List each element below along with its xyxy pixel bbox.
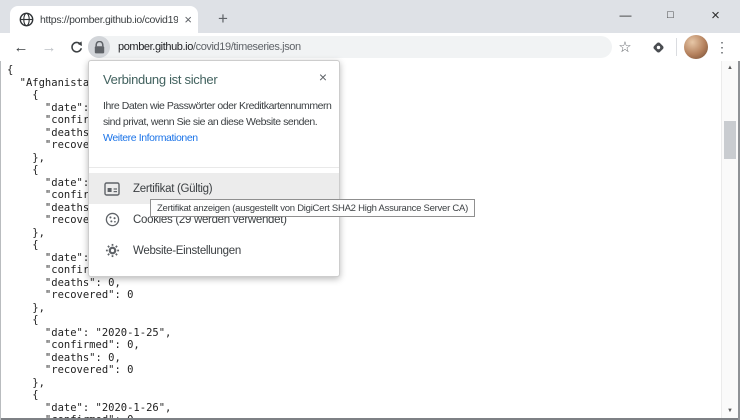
tab-close-icon[interactable]: ×	[184, 13, 192, 26]
more-info-link[interactable]: Weitere Informationen	[103, 132, 198, 144]
site-info-popup: × Verbindung ist sicher Ihre Daten wie P…	[88, 60, 340, 277]
tab-strip: https://pomber.github.io/covid19 × + — □…	[0, 0, 740, 33]
reload-button[interactable]	[63, 33, 89, 61]
toolbar: ← → pomber.github.io/covid19/timeseries.…	[0, 33, 740, 61]
scroll-down-icon[interactable]: ▼	[722, 404, 738, 418]
menu-item-label: Website-Einstellungen	[133, 245, 241, 257]
menu-item-site-settings[interactable]: Website-Einstellungen	[89, 235, 339, 266]
popup-title: Verbindung ist sicher	[103, 72, 217, 87]
menu-item-label: Zertifikat (Gültig)	[133, 183, 212, 195]
scroll-up-icon[interactable]: ▲	[722, 61, 738, 75]
certificate-tooltip: Zertifikat anzeigen (ausgestellt von Dig…	[150, 199, 475, 217]
popup-body-line1: Ihre Daten wie Passwörter oder Kreditkar…	[103, 98, 331, 114]
url-text[interactable]: pomber.github.io/covid19/timeseries.json	[118, 41, 301, 53]
back-button[interactable]: ←	[8, 33, 34, 61]
url-bar[interactable]: pomber.github.io/covid19/timeseries.json	[88, 36, 612, 58]
browser-window: https://pomber.github.io/covid19 × + — □…	[0, 0, 740, 420]
menu-dots-icon[interactable]: ⋮	[711, 33, 733, 61]
globe-favicon	[19, 12, 34, 27]
active-tab[interactable]: https://pomber.github.io/covid19 ×	[10, 6, 198, 33]
extension-icon[interactable]	[646, 33, 670, 61]
popup-body-line2: sind privat, wenn Sie sie an diese Websi…	[103, 114, 331, 130]
popup-body: Ihre Daten wie Passwörter oder Kreditkar…	[103, 98, 331, 130]
certificate-icon	[104, 182, 120, 196]
close-window-button[interactable]: ×	[693, 0, 738, 30]
popup-close-icon[interactable]: ×	[319, 70, 327, 84]
forward-button: →	[36, 33, 62, 61]
url-host: pomber.github.io	[118, 41, 193, 53]
scrollbar[interactable]: ▲ ▼	[721, 61, 738, 418]
profile-avatar[interactable]	[684, 35, 708, 59]
toolbar-divider	[676, 38, 677, 56]
bookmark-star-icon[interactable]: ☆	[613, 33, 637, 61]
gear-icon	[104, 243, 120, 258]
maximize-button[interactable]: □	[648, 0, 693, 30]
window-controls: — □ ×	[603, 0, 738, 30]
minimize-button[interactable]: —	[603, 0, 648, 30]
site-info-button[interactable]	[88, 36, 110, 58]
url-path: /covid19/timeseries.json	[193, 41, 301, 53]
cookie-icon	[104, 212, 120, 227]
tab-title: https://pomber.github.io/covid19	[40, 14, 178, 26]
lock-icon	[94, 41, 105, 54]
scrollbar-thumb[interactable]	[724, 121, 736, 159]
new-tab-button[interactable]: +	[212, 8, 234, 30]
